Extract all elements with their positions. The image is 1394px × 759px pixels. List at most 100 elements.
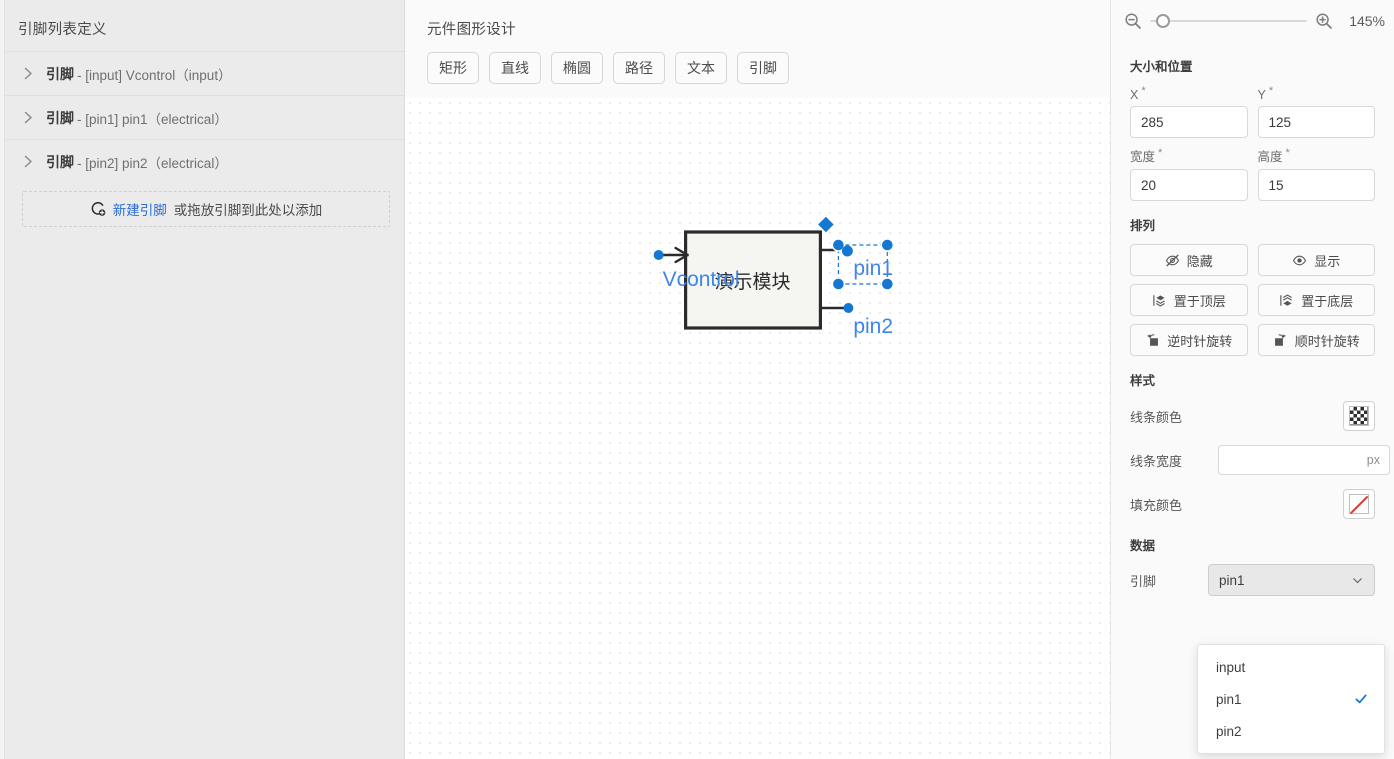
pin-select-row: 引脚 pin1 <box>1120 564 1385 597</box>
data-section-title: 数据 <box>1130 539 1156 554</box>
zoom-percent-label: 145% <box>1349 13 1385 29</box>
pin-item-detail: - [input] Vcontrol（input） <box>77 67 232 83</box>
add-pin-dropzone[interactable]: 新建引脚 或拖放引脚到此处以添加 <box>22 191 390 227</box>
field-height: 高度 * <box>1257 146 1375 202</box>
tool-text-button[interactable]: 文本 <box>675 52 727 84</box>
sidebar-title: 引脚列表定义 <box>18 22 107 38</box>
rotate-ccw-icon <box>1145 333 1160 348</box>
field-height-label: 高度 * <box>1257 147 1290 165</box>
show-button[interactable]: 显示 <box>1257 244 1375 277</box>
chevron-right-icon[interactable] <box>20 110 36 126</box>
line-color-row: 线条颜色 <box>1120 399 1385 433</box>
properties-panel: 145% 大小和位置 X* Y* 宽度* 高度* 排列 <box>1111 0 1394 759</box>
pin-list-item-input[interactable]: 引脚 - [input] Vcontrol（input） <box>0 51 404 95</box>
rotate-handle[interactable] <box>818 216 834 233</box>
rotate-ccw-label: 逆时针旋转 <box>1167 333 1233 349</box>
dropdown-option-label: pin1 <box>1216 691 1242 707</box>
width-input[interactable] <box>1130 169 1248 202</box>
zoom-in-icon[interactable] <box>1315 12 1333 30</box>
pin-list-sidebar: 引脚列表定义 引脚 - [input] Vcontrol（input） 引脚 -… <box>0 0 405 759</box>
pin-label-pin1[interactable]: pin1 <box>853 257 893 280</box>
line-color-swatch[interactable] <box>1343 401 1375 432</box>
tool-line-button[interactable]: 直线 <box>489 52 541 84</box>
line-width-input[interactable] <box>1228 452 1367 468</box>
tool-pin-button[interactable]: 引脚 <box>737 52 789 84</box>
canvas-title: 元件图形设计 <box>427 22 516 38</box>
pin-select-dropdown[interactable]: input pin1 pin2 <box>1197 644 1385 754</box>
pin-item-detail: - [pin1] pin1（electrical） <box>77 111 228 127</box>
no-fill-icon <box>1349 494 1369 515</box>
send-to-back-button[interactable]: 置于底层 <box>1257 284 1375 317</box>
fill-color-label: 填充颜色 <box>1130 497 1183 513</box>
send-to-back-label: 置于底层 <box>1301 293 1354 309</box>
line-width-row: 线条宽度 px <box>1120 443 1390 477</box>
zoom-out-icon[interactable] <box>1124 12 1142 30</box>
pin-select[interactable]: pin1 <box>1208 564 1375 597</box>
field-y-label: Y * <box>1257 85 1274 103</box>
chevron-down-icon <box>1351 574 1364 587</box>
add-pin-icon <box>90 201 106 217</box>
bring-to-front-button[interactable]: 置于顶层 <box>1130 284 1248 317</box>
zoom-slider-track <box>1150 20 1307 22</box>
pin-item-type: 引脚 <box>46 109 74 126</box>
check-icon <box>1354 692 1368 706</box>
app-root: 引脚列表定义 引脚 - [input] Vcontrol（input） 引脚 -… <box>0 0 1394 759</box>
pin-select-value: pin1 <box>1219 572 1245 588</box>
zoom-slider[interactable] <box>1150 12 1307 30</box>
zoom-control-bar: 145% <box>1120 0 1385 42</box>
arrange-buttons: 隐藏 显示 置于顶层 置于底层 逆时针旋转 顺时针旋转 <box>1120 244 1385 357</box>
dropdown-option-label: pin2 <box>1216 723 1242 739</box>
dropdown-option-label: input <box>1216 659 1246 675</box>
show-button-label: 显示 <box>1314 253 1341 269</box>
height-input[interactable] <box>1257 169 1375 202</box>
hide-button-label: 隐藏 <box>1186 253 1213 269</box>
rotate-cw-button[interactable]: 顺时针旋转 <box>1257 324 1375 357</box>
pin-label-pin2[interactable]: pin2 <box>853 315 893 338</box>
tool-path-button[interactable]: 路径 <box>613 52 665 84</box>
canvas-drawing: 演示模块 Vcontrol pin1 pin2 <box>653 216 895 338</box>
dropdown-option-pin2[interactable]: pin2 <box>1198 715 1384 747</box>
resize-handle-tr[interactable] <box>880 238 895 252</box>
chevron-right-icon[interactable] <box>20 66 36 82</box>
field-width-label: 宽度 * <box>1130 147 1163 165</box>
rotate-cw-icon <box>1273 333 1288 348</box>
send-to-back-icon <box>1279 293 1294 308</box>
line-color-label: 线条颜色 <box>1130 409 1183 425</box>
field-y: Y * <box>1257 85 1375 139</box>
pin-label-vcontrol[interactable]: Vcontrol <box>663 268 740 291</box>
arrange-section-title: 排列 <box>1130 219 1156 234</box>
fill-color-swatch[interactable] <box>1343 489 1375 520</box>
resize-handle-bl[interactable] <box>831 277 846 291</box>
style-section-title: 样式 <box>1130 374 1156 389</box>
x-input[interactable] <box>1130 106 1248 139</box>
pin-endpoint-vcontrol[interactable] <box>653 250 664 260</box>
eye-off-icon <box>1165 253 1180 268</box>
pin-select-label: 引脚 <box>1130 573 1157 589</box>
size-position-fields: X* Y* 宽度* 高度* <box>1120 85 1385 202</box>
bring-to-front-icon <box>1152 293 1167 308</box>
line-width-field[interactable]: px <box>1218 445 1390 476</box>
dropdown-option-pin1[interactable]: pin1 <box>1198 683 1384 715</box>
line-width-unit: px <box>1366 453 1380 468</box>
dropdown-option-input[interactable]: input <box>1198 651 1384 683</box>
y-input[interactable] <box>1257 106 1375 139</box>
hide-button[interactable]: 隐藏 <box>1130 244 1248 277</box>
shape-toolbar: 矩形 直线 椭圆 路径 文本 引脚 <box>427 52 1110 84</box>
pin-item-type: 引脚 <box>46 65 74 82</box>
add-pin-hint: 或拖放引脚到此处以添加 <box>173 203 323 218</box>
rotate-ccw-button[interactable]: 逆时针旋转 <box>1130 324 1248 357</box>
pin-list-item-pin1[interactable]: 引脚 - [pin1] pin1（electrical） <box>0 95 404 139</box>
line-width-label: 线条宽度 <box>1130 453 1183 469</box>
transparent-checker-icon <box>1349 406 1369 427</box>
design-canvas[interactable]: 演示模块 Vcontrol pin1 pin2 <box>405 98 1110 759</box>
tool-rectangle-button[interactable]: 矩形 <box>427 52 479 84</box>
tool-ellipse-button[interactable]: 椭圆 <box>551 52 603 84</box>
pin-list-item-pin2[interactable]: 引脚 - [pin2] pin2（electrical） <box>0 139 404 183</box>
chevron-right-icon[interactable] <box>20 154 36 170</box>
add-pin-link[interactable]: 新建引脚 <box>113 199 167 219</box>
pin-item-detail: - [pin2] pin2（electrical） <box>77 155 228 171</box>
pin-endpoint-pin1[interactable] <box>841 245 853 257</box>
zoom-slider-knob[interactable] <box>1156 14 1170 28</box>
bring-to-front-label: 置于顶层 <box>1173 293 1226 309</box>
pin-endpoint-pin2[interactable] <box>843 303 854 313</box>
